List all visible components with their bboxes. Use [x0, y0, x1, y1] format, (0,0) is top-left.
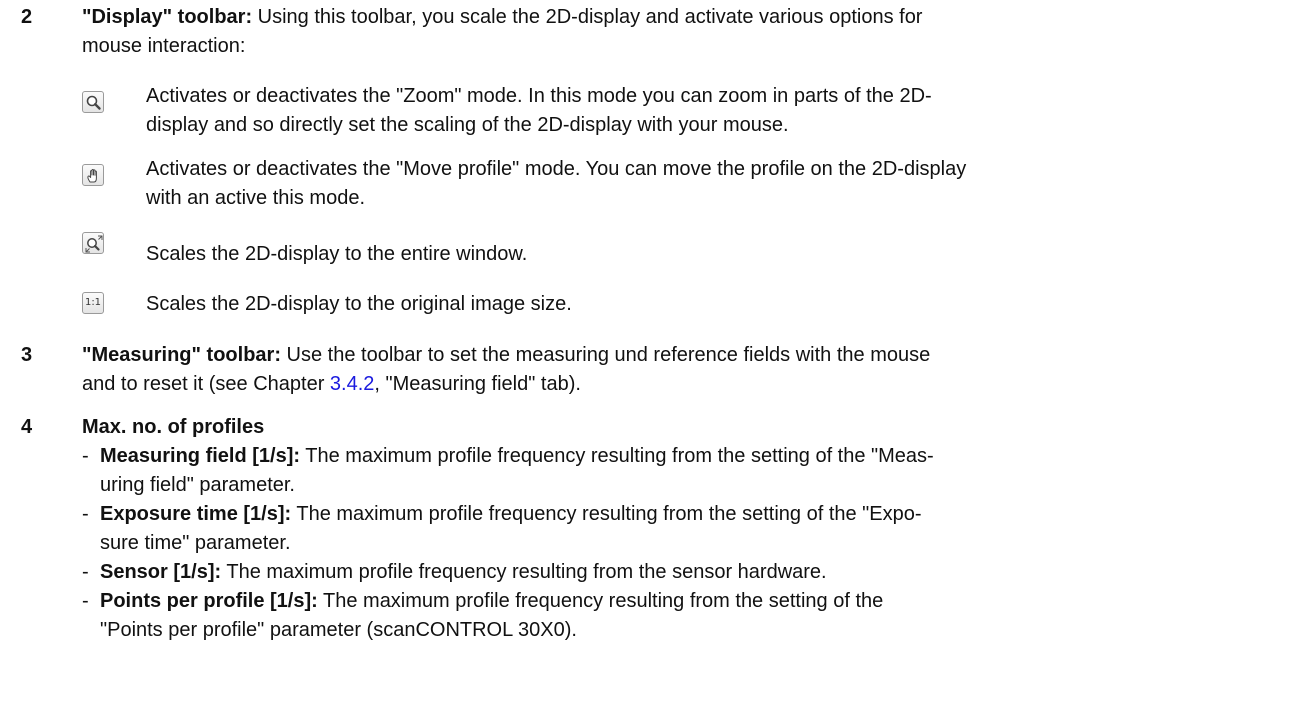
- icon-description: Activates or deactivates the "Move profi…: [146, 155, 1271, 213]
- bullet-line: "Points per profile" parameter (scanCONT…: [100, 619, 577, 641]
- bullet-label: Measuring field [1/s]:: [100, 445, 301, 467]
- icon-description: Scales the 2D-display to the entire wind…: [146, 240, 1271, 269]
- chapter-link[interactable]: 3.4.2: [330, 373, 374, 395]
- document-page: { "section_2": { "number": "2", "title":…: [0, 0, 1291, 706]
- section-title: "Measuring" toolbar:: [82, 344, 281, 366]
- bullet-text: Exposure time [1/s]: The maximum profile…: [100, 500, 1271, 558]
- section-description: "Measuring" toolbar: Use the toolbar to …: [82, 341, 1271, 399]
- bullet-text: Measuring field [1/s]: The maximum profi…: [100, 442, 1271, 500]
- bullet-label: Exposure time [1/s]:: [100, 503, 292, 525]
- bullet-line: The maximum profile frequency resulting …: [317, 590, 884, 612]
- bullet-text: Sensor [1/s]: The maximum profile freque…: [100, 558, 1271, 587]
- bullet-dash: -: [82, 590, 89, 612]
- section-description: "Display" toolbar: Using this toolbar, y…: [82, 3, 1271, 61]
- bullet-line: The maximum profile frequency resulting …: [291, 503, 922, 525]
- section-title: Max. no. of profiles: [82, 413, 1271, 442]
- bullet-line: The maximum profile frequency resulting …: [300, 445, 934, 467]
- section-number: 4: [21, 416, 33, 438]
- description-line: Scales the 2D-display to the original im…: [146, 293, 572, 315]
- section-number: 3: [21, 344, 33, 366]
- bullet-line: sure time" parameter.: [100, 532, 291, 554]
- zoom-icon[interactable]: [82, 91, 104, 113]
- description-line: Activates or deactivates the "Move profi…: [146, 158, 967, 180]
- section-text: , "Measuring field" tab).: [374, 373, 581, 395]
- section-text: and to reset it (see Chapter: [82, 373, 330, 395]
- bullet-label: Sensor [1/s]:: [100, 561, 222, 583]
- section-number: 2: [21, 6, 33, 28]
- section-text-line: mouse interaction:: [82, 35, 246, 57]
- bullet-dash: -: [82, 503, 89, 525]
- bullet-dash: -: [82, 561, 89, 583]
- icon-description: Scales the 2D-display to the original im…: [146, 290, 1271, 319]
- description-line: display and so directly set the scaling …: [146, 114, 789, 136]
- original-size-icon[interactable]: 1:1: [82, 292, 104, 314]
- bullet-text: Points per profile [1/s]: The maximum pr…: [100, 587, 1271, 645]
- bullet-dash: -: [82, 445, 89, 467]
- bullet-label: Points per profile [1/s]:: [100, 590, 318, 612]
- bullet-line: uring field" parameter.: [100, 474, 295, 496]
- section-heading: Max. no. of profiles: [82, 416, 265, 438]
- bullet-line: The maximum profile frequency resulting …: [221, 561, 827, 583]
- fit-window-icon[interactable]: [82, 232, 104, 254]
- section-title: "Display" toolbar:: [82, 6, 253, 28]
- description-line: with an active this mode.: [146, 187, 365, 209]
- description-line: Scales the 2D-display to the entire wind…: [146, 243, 528, 265]
- section-text-line: Using this toolbar, you scale the 2D-dis…: [252, 6, 923, 28]
- hand-icon[interactable]: [82, 164, 104, 186]
- icon-label: 1:1: [84, 297, 102, 308]
- section-text-line: Use the toolbar to set the measuring und…: [280, 344, 931, 366]
- description-line: Activates or deactivates the "Zoom" mode…: [146, 85, 932, 107]
- icon-description: Activates or deactivates the "Zoom" mode…: [146, 82, 1271, 140]
